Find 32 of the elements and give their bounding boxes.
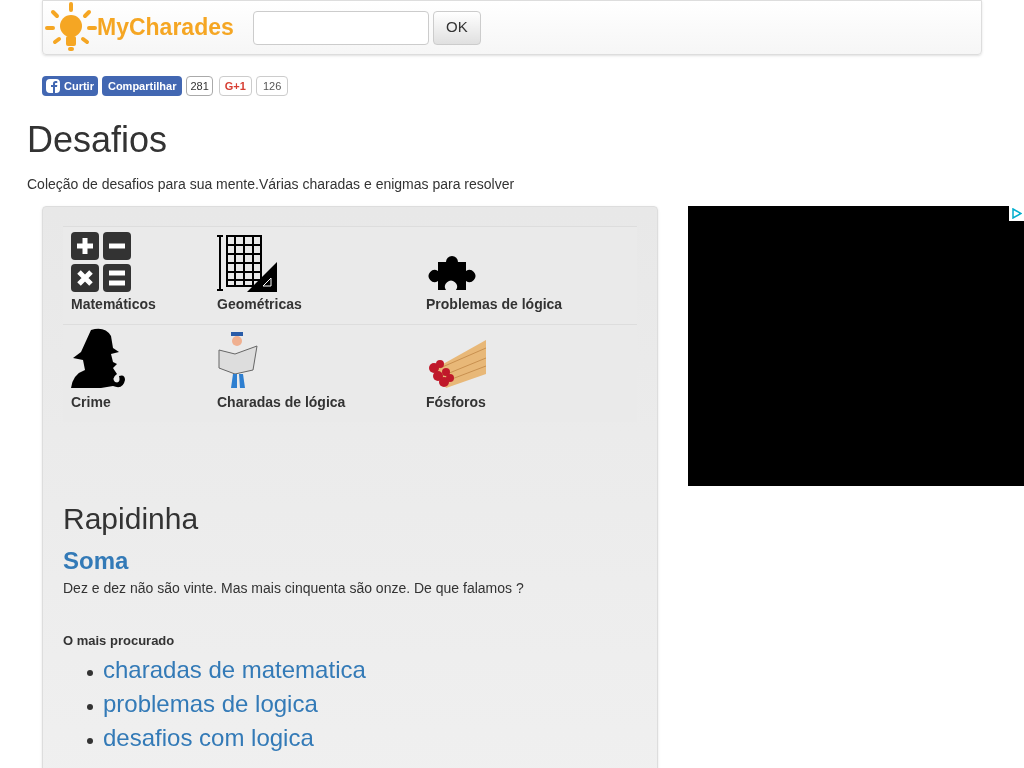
section-heading: Rapidinha — [63, 502, 200, 536]
like-button[interactable]: Curtir — [42, 76, 98, 96]
ok-button[interactable]: OK — [433, 10, 481, 45]
popular-link[interactable]: charadas de matematica — [103, 651, 366, 688]
matchsticks-icon — [426, 338, 486, 390]
light-bulb-icon — [45, 1, 97, 54]
category-link[interactable]: Charadas de lógica — [217, 333, 426, 413]
google-plus-button[interactable]: G+1 — [218, 76, 252, 96]
bullet-icon — [87, 703, 93, 710]
category-link[interactable]: Problemas de lógica — [426, 235, 626, 315]
share-count: 281 — [186, 76, 213, 96]
share-button[interactable]: Compartilhar — [101, 76, 183, 96]
bullet-icon — [87, 669, 93, 676]
math-symbols-icon — [71, 232, 131, 292]
facebook-icon — [46, 79, 60, 93]
popular-heading: O mais procurado — [63, 632, 176, 650]
bullet-icon — [87, 737, 93, 744]
page-subtitle: Coleção de desafios para sua mente.Várias charadas e enigmas para resolver — [27, 175, 516, 194]
popular-link[interactable]: problemas de logica — [103, 685, 318, 722]
plus-one-count: 126 — [255, 76, 289, 96]
category-link[interactable]: Fósforos — [426, 333, 626, 413]
man-reading-newspaper-icon — [217, 332, 259, 390]
category-link[interactable]: Matemáticos — [71, 235, 217, 315]
riddle-text: Dez e dez não são vinte. Mas mais cinquenta são onze. De que falamos ? — [63, 579, 525, 598]
page-title: Desafios — [27, 120, 169, 160]
category-link[interactable]: Crime — [71, 333, 217, 413]
grid-ruler-icon — [217, 234, 277, 292]
search-field[interactable] — [253, 10, 429, 45]
popular-link[interactable]: desafios com logica — [103, 719, 314, 756]
ad-choices-icon[interactable] — [1009, 206, 1024, 221]
riddle-title-link[interactable]: Soma — [63, 546, 637, 576]
category-link[interactable]: Geométricas — [217, 235, 426, 315]
